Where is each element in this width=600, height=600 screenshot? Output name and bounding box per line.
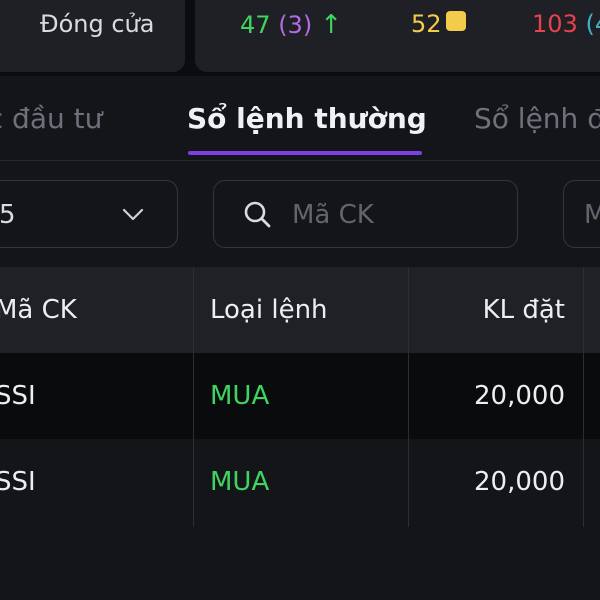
- search-box[interactable]: [213, 180, 518, 248]
- filter-select-value: 5: [0, 200, 16, 230]
- declining-count: 103: [532, 10, 578, 38]
- session-status-label: Đóng cửa: [40, 10, 155, 38]
- extra-filter-placeholder: M: [584, 200, 600, 230]
- reference-square-icon: [445, 11, 466, 31]
- order-table: Mã CK Loại lệnh KL đặt SSI MUA 20,000 SS…: [0, 267, 600, 525]
- filter-select[interactable]: 5: [0, 180, 178, 248]
- unchanged-count: 52: [411, 10, 442, 38]
- tabs-divider: [0, 160, 600, 161]
- market-status-bar: Đóng cửa 47 (3)↑ 52 103 (4: [0, 0, 600, 76]
- chevron-down-icon: [122, 208, 144, 221]
- table-header-row: Mã CK Loại lệnh KL đặt: [0, 267, 600, 353]
- column-header-order-type[interactable]: Loại lệnh: [210, 267, 328, 353]
- cell-order-quantity: 20,000: [474, 381, 565, 411]
- extra-filter-input[interactable]: M: [563, 180, 600, 248]
- active-tab-indicator: [188, 151, 422, 155]
- app-root: Đóng cửa 47 (3)↑ 52 103 (4 ục đầu tư Sổ …: [0, 0, 600, 600]
- floor-count: (4: [585, 10, 600, 38]
- column-divider: [408, 267, 409, 527]
- column-divider: [193, 267, 194, 527]
- unchanged-stat: 52: [411, 10, 466, 38]
- column-divider: [583, 267, 584, 527]
- ceiling-count: (3): [278, 11, 313, 39]
- table-row[interactable]: SSI MUA 20,000: [0, 439, 600, 525]
- column-header-stock-code[interactable]: Mã CK: [0, 267, 77, 353]
- declining-stat: 103 (4: [532, 10, 600, 38]
- advancing-stat: 47 (3) ↑: [240, 10, 342, 40]
- cell-stock-code: SSI: [0, 381, 36, 411]
- arrow-up-icon: ↑: [320, 10, 342, 40]
- column-header-order-quantity[interactable]: KL đặt: [410, 267, 565, 353]
- cell-order-type: MUA: [210, 467, 270, 497]
- search-icon: [244, 201, 271, 228]
- tab-portfolio[interactable]: ục đầu tư: [0, 102, 102, 135]
- cell-order-type: MUA: [210, 381, 270, 411]
- tab-normal-order-book[interactable]: Sổ lệnh thường: [187, 102, 427, 135]
- tab-other-order-book[interactable]: Sổ lệnh đ: [474, 102, 600, 135]
- stock-code-search-input[interactable]: [292, 195, 502, 235]
- table-row[interactable]: SSI MUA 20,000: [0, 353, 600, 439]
- cell-stock-code: SSI: [0, 467, 36, 497]
- cell-order-quantity: 20,000: [474, 467, 565, 497]
- advancing-count: 47: [240, 11, 271, 39]
